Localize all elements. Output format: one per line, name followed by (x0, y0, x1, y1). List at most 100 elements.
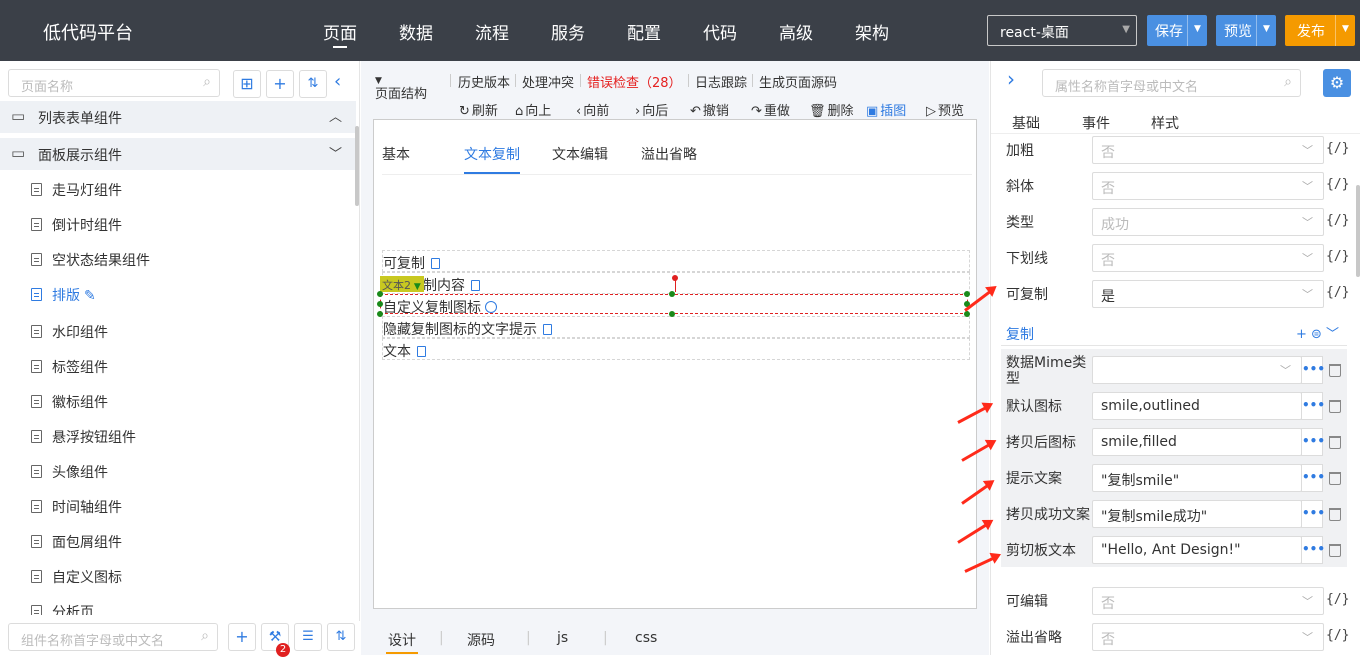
list-item[interactable]: 自定义图标 (0, 562, 350, 592)
property-search-input[interactable]: 属性名称首字母或中文名 ⌕ (1042, 69, 1301, 97)
text-row[interactable]: 可复制 (382, 250, 970, 272)
redo-button[interactable]: ↷ 重做 (751, 100, 790, 119)
copied-icon-input[interactable]: smile,filled (1092, 428, 1302, 456)
expression-button[interactable]: {/} (1326, 141, 1349, 156)
group-list-form[interactable]: ▭ 列表表单组件 ︿ (0, 101, 356, 133)
list-item[interactable]: 头像组件 (0, 457, 350, 487)
platform-select[interactable]: react-桌面 ▼ (987, 15, 1137, 46)
tab-styles[interactable]: 样式 (1151, 113, 1179, 133)
caret-down-icon[interactable]: ▼ (1187, 15, 1207, 46)
insert-image-button[interactable]: ▣ 插图 (866, 100, 906, 119)
tooltip-text-input[interactable]: "复制smile" (1092, 464, 1302, 492)
page-structure-menu[interactable]: 页面结构 ▼ (375, 72, 427, 102)
tab-source[interactable]: 源码 (467, 630, 495, 650)
expression-button[interactable]: {/} (1326, 592, 1349, 607)
caret-down-icon[interactable]: ▼ (1256, 15, 1276, 46)
trash-icon[interactable] (1329, 508, 1341, 521)
preview-button[interactable]: 预览 ▼ (1216, 15, 1276, 46)
rotate-handle[interactable] (672, 275, 678, 281)
add-component-button[interactable]: + (228, 623, 256, 651)
error-check-link[interactable]: 错误检查（28） (587, 72, 682, 91)
prop-italic-select[interactable]: 否 ﹀ (1092, 172, 1324, 200)
move-up-button[interactable]: ⌂ 向上 (515, 100, 551, 119)
tab-basic-props[interactable]: 基础 (1012, 113, 1040, 133)
tab-design[interactable]: 设计 (386, 630, 418, 654)
expression-button[interactable]: {/} (1326, 285, 1349, 300)
group-panel-display[interactable]: ▭ 面板展示组件 ﹀ (0, 138, 356, 170)
expression-button[interactable]: {/} (1326, 213, 1349, 228)
resize-handle[interactable] (377, 301, 383, 307)
list-item[interactable]: 徽标组件 (0, 387, 350, 417)
publish-button[interactable]: 发布 ▼ (1285, 15, 1355, 46)
more-button[interactable]: ••• (1301, 536, 1325, 564)
edit-pencil-icon[interactable]: ✎ (84, 288, 96, 304)
list-item[interactable]: 走马灯组件 (0, 175, 350, 205)
copy-success-text-input[interactable]: "复制smile成功" (1092, 500, 1302, 528)
resize-handle[interactable] (377, 291, 383, 297)
nav-advanced[interactable]: 高级 (758, 0, 834, 61)
save-button[interactable]: 保存 ▼ (1147, 15, 1207, 46)
more-button[interactable]: ••• (1301, 464, 1325, 492)
trash-icon[interactable] (1329, 436, 1341, 449)
copy-icon[interactable] (543, 324, 552, 335)
list-item[interactable]: 标签组件 (0, 352, 350, 382)
nav-architecture[interactable]: 架构 (834, 0, 910, 61)
list-item[interactable]: 悬浮按钮组件 (0, 422, 350, 452)
prop-bold-select[interactable]: 否 ﹀ (1092, 136, 1324, 164)
sort-button[interactable]: ⇅ (299, 70, 327, 98)
resolve-conflict-link[interactable]: 处理冲突 (522, 72, 574, 91)
left-scrollbar[interactable] (355, 126, 359, 206)
tab-text-edit[interactable]: 文本编辑 (552, 144, 608, 164)
resize-handle[interactable] (964, 291, 970, 297)
selected-tag[interactable]: 文本2 ▼ (380, 276, 424, 292)
trash-icon[interactable] (1329, 544, 1341, 557)
copy-icon[interactable] (417, 346, 426, 357)
clipboard-text-input[interactable]: "Hello, Ant Design!" (1092, 536, 1302, 564)
list-item[interactable]: 空状态结果组件 (0, 245, 350, 275)
resize-handle[interactable] (964, 311, 970, 317)
more-button[interactable]: ••• (1301, 500, 1325, 528)
add-button[interactable]: + (266, 70, 294, 98)
nav-code[interactable]: 代码 (682, 0, 758, 61)
undo-button[interactable]: ↶ 撤销 (690, 100, 729, 119)
nav-flow[interactable]: 流程 (454, 0, 530, 61)
tab-basic[interactable]: 基本 (382, 144, 410, 164)
trash-icon[interactable] (1329, 364, 1341, 377)
list-item[interactable]: 分析页 (0, 597, 350, 615)
trash-icon[interactable] (1329, 400, 1341, 413)
expand-right-icon[interactable]: › (1007, 67, 1015, 91)
prop-underline-select[interactable]: 否 ﹀ (1092, 244, 1324, 272)
prop-type-select[interactable]: 成功 ﹀ (1092, 208, 1324, 236)
prop-ellipsis-select[interactable]: 否 ﹀ (1092, 623, 1324, 651)
nav-service[interactable]: 服务 (530, 0, 606, 61)
list-indent-icon[interactable]: ☰ (294, 623, 322, 651)
list-item[interactable]: 水印组件 (0, 317, 350, 347)
page-search-input[interactable]: 页面名称 ⌕ (8, 69, 220, 97)
copy-icon[interactable] (431, 258, 440, 269)
add-icon[interactable]: + ⊜ ﹀ (1296, 323, 1339, 342)
expression-button[interactable]: {/} (1326, 628, 1349, 643)
delete-button[interactable]: 🗑 删除 (809, 100, 854, 119)
move-forward-button[interactable]: ‹ 向前 (576, 100, 609, 119)
nav-data[interactable]: 数据 (378, 0, 454, 61)
tab-events[interactable]: 事件 (1082, 113, 1110, 133)
more-button[interactable]: ••• (1301, 428, 1325, 456)
expression-button[interactable]: {/} (1326, 249, 1349, 264)
generate-source-link[interactable]: 生成页面源码 (759, 72, 837, 91)
refresh-button[interactable]: ↻ 刷新 (459, 100, 498, 119)
tab-ellipsis[interactable]: 溢出省略 (641, 144, 697, 164)
text-row[interactable]: 文本 (382, 338, 970, 360)
gear-icon[interactable]: ⚙ (1323, 69, 1351, 97)
history-version-link[interactable]: 历史版本 (458, 72, 510, 91)
more-button[interactable]: ••• (1301, 356, 1325, 384)
copy-icon[interactable] (471, 280, 480, 291)
move-back-button[interactable]: › 向后 (635, 100, 668, 119)
list-item[interactable]: 面包屑组件 (0, 527, 350, 557)
prop-editable-select[interactable]: 否 ﹀ (1092, 587, 1324, 615)
preview-canvas-button[interactable]: ▷ 预览 (926, 100, 964, 119)
more-button[interactable]: ••• (1301, 392, 1325, 420)
list-item[interactable]: 倒计时组件 (0, 210, 350, 240)
design-canvas[interactable]: 基本 文本复制 文本编辑 溢出省略 可复制 制内容 自定义复制图标 隐藏复制图标… (373, 119, 977, 609)
resize-handle[interactable] (377, 311, 383, 317)
right-scrollbar[interactable] (1356, 185, 1360, 277)
